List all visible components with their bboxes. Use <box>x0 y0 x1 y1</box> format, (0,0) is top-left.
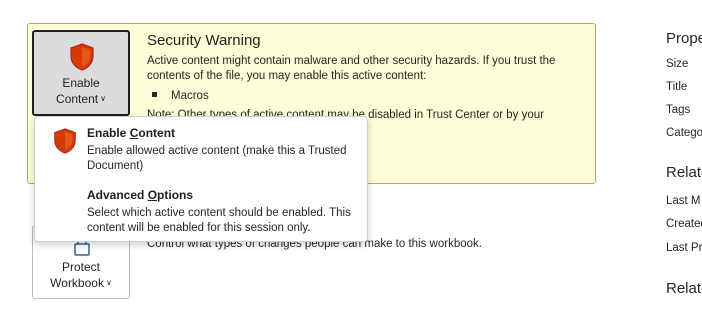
title-pre: Enable <box>87 126 130 140</box>
related-people-heading: Relate <box>666 280 702 297</box>
menu-item-description: Enable allowed active content (make this… <box>87 145 347 172</box>
menu-item-advanced-options[interactable]: Advanced Options Select which active con… <box>35 183 367 239</box>
enable-content-dropdown: Enable Content Enable allowed active con… <box>34 116 368 242</box>
properties-panel: Prope Size Title Tags Catego Relate Last… <box>666 0 702 310</box>
protect-line2: Workbook <box>50 276 104 290</box>
bullet-square-icon <box>152 92 157 97</box>
title-post: ontent <box>138 126 176 140</box>
enable-content-label: Enable Content ∨ <box>34 75 128 107</box>
shield-icon <box>52 127 78 160</box>
accelerator-key: O <box>147 188 158 202</box>
related-dates-heading: Relate <box>666 164 702 181</box>
related-date-last-printed: Last Pr <box>666 242 702 254</box>
macros-label: Macros <box>171 90 209 102</box>
enable-content-line1: Enable <box>62 76 100 90</box>
title-post: ptions <box>157 188 194 202</box>
property-title: Title <box>666 81 688 93</box>
menu-item-title: Advanced Options <box>87 188 193 202</box>
menu-item-description: Select which active content should be en… <box>87 207 351 234</box>
property-size: Size <box>666 58 689 70</box>
related-date-created: Created <box>666 218 702 230</box>
property-categories: Catego <box>666 127 702 139</box>
property-tags: Tags <box>666 104 691 116</box>
macros-bullet: Macros <box>152 90 209 102</box>
enable-content-line2: Content <box>56 92 99 106</box>
security-warning-title: Security Warning <box>147 32 261 49</box>
protect-workbook-label: Protect Workbook ∨ <box>33 259 129 291</box>
security-warning-body: Active content might contain malware and… <box>147 55 556 82</box>
properties-heading: Prope <box>666 30 702 47</box>
chevron-down-icon: ∨ <box>100 94 106 103</box>
related-date-last-modified: Last M <box>666 195 701 207</box>
enable-content-button[interactable]: Enable Content ∨ <box>32 30 130 116</box>
title-pre: Advanced <box>87 188 148 202</box>
shield-icon <box>68 42 96 77</box>
protect-line1: Protect <box>61 260 100 274</box>
menu-item-title: Enable Content <box>87 126 175 140</box>
menu-item-enable-content[interactable]: Enable Content Enable allowed active con… <box>35 121 367 179</box>
chevron-down-icon: ∨ <box>105 278 112 287</box>
